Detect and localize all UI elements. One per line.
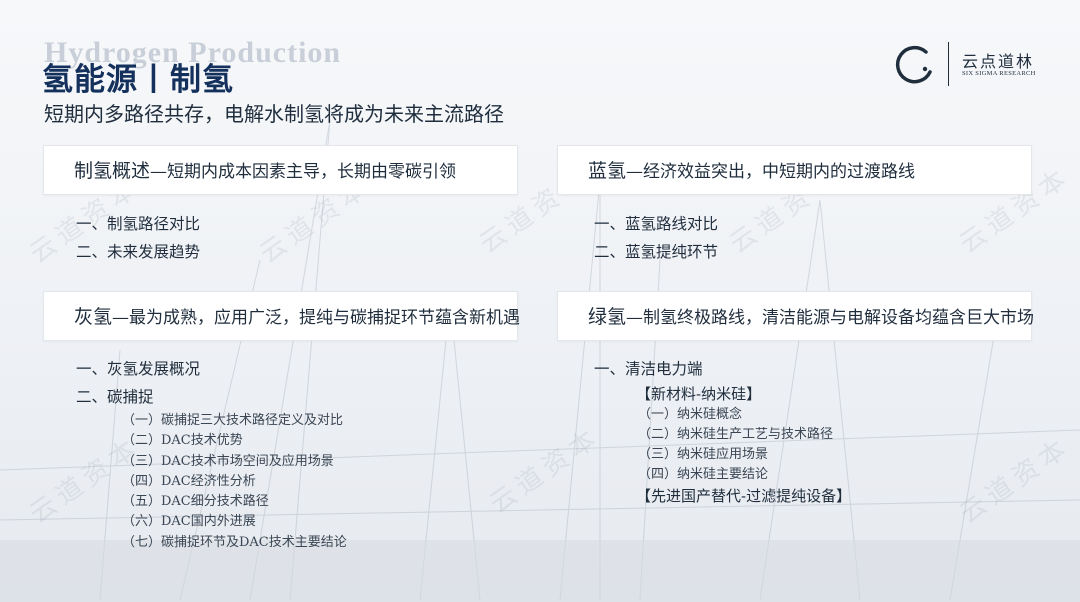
section-card-green-hydrogen: 绿氢—制氢终极路线，清洁能源与电解设备均蕴含巨大市场 [557,291,1035,341]
list-bracket-heading: 【新材料-纳米硅】 [636,385,762,403]
logo-name-en: SIX SIGMA RESEARCH [962,70,1036,77]
section-desc: —短期内成本因素主导，长期由零碳引领 [150,162,457,182]
section-list-grey-hydrogen: 一、灰氢发展概况 二、碳捕捉 （一）碳捕捉三大技术路径定义及对比 （二）DAC技… [76,355,347,553]
watermark: 云道资本 [954,431,1077,530]
list-item: 二、碳捕捉 [76,388,154,406]
section-desc: —制氢终极路线，清洁能源与电解设备均蕴含巨大市场 [626,308,1035,328]
list-subitem: （五）DAC细分技术路径 [122,494,269,510]
list-subitem: （一）纳米硅概念 [638,407,743,422]
logo-divider [948,42,949,86]
section-head: 绿氢 [588,306,627,328]
list-subitem: （二）纳米硅生产工艺与技术路径 [638,427,834,442]
list-subitem: （七）碳捕捉环节及DAC技术主要结论 [122,534,347,550]
page-title: 氢能源丨制氢 [42,62,234,98]
list-subitem: （三）纳米硅应用场景 [638,447,769,462]
logo-name-cn: 云点道林 [962,52,1035,71]
section-head: 制氢概述 [74,160,151,182]
page-subtitle: 短期内多路径共存，电解水制氢将成为未来主流路径 [44,102,504,126]
section-list-green-hydrogen: 一、清洁电力端 【新材料-纳米硅】 （一）纳米硅概念 （二）纳米硅生产工艺与技术… [594,355,851,507]
list-subitem: （一）碳捕捉三大技术路径定义及对比 [122,413,344,428]
list-item: 二、蓝氢提纯环节 [594,243,719,261]
list-item: 一、制氢路径对比 [76,215,201,233]
list-bracket-heading: 【先进国产替代-过滤提纯设备】 [636,487,852,505]
list-item: 一、清洁电力端 [594,360,703,378]
list-subitem: （六）DAC国内外进展 [122,514,256,530]
logo: 云点道林 SIX SIGMA RESEARCH [892,40,1042,90]
list-item: 一、灰氢发展概况 [76,360,201,378]
section-head: 蓝氢 [588,160,627,182]
section-card-grey-hydrogen: 灰氢—最为成熟，应用广泛，提纯与碳捕捉环节蕴含新机遇 [43,291,521,341]
section-card-blue-hydrogen: 蓝氢—经济效益突出，中短期内的过渡路线 [557,145,1032,195]
section-card-overview: 制氢概述—短期内成本因素主导，长期由零碳引领 [43,145,518,195]
list-item: 一、蓝氢路线对比 [594,215,719,233]
watermark: 云道资本 [484,421,607,520]
list-subitem: （四）纳米硅主要结论 [638,467,769,482]
list-item: 二、未来发展趋势 [76,243,201,261]
section-desc: —经济效益突出，中短期内的过渡路线 [626,162,916,182]
section-head: 灰氢 [74,306,113,328]
list-subitem: （三）DAC技术市场空间及应用场景 [122,453,334,469]
section-list-overview: 一、制氢路径对比 二、未来发展趋势 [76,210,200,266]
section-list-blue-hydrogen: 一、蓝氢路线对比 二、蓝氢提纯环节 [594,210,718,266]
list-subitem: （四）DAC经济性分析 [122,473,256,489]
section-desc: —最为成熟，应用广泛，提纯与碳捕捉环节蕴含新机遇 [112,308,521,328]
list-subitem: （二）DAC技术优势 [122,433,243,449]
logo-mark-icon [895,45,932,84]
